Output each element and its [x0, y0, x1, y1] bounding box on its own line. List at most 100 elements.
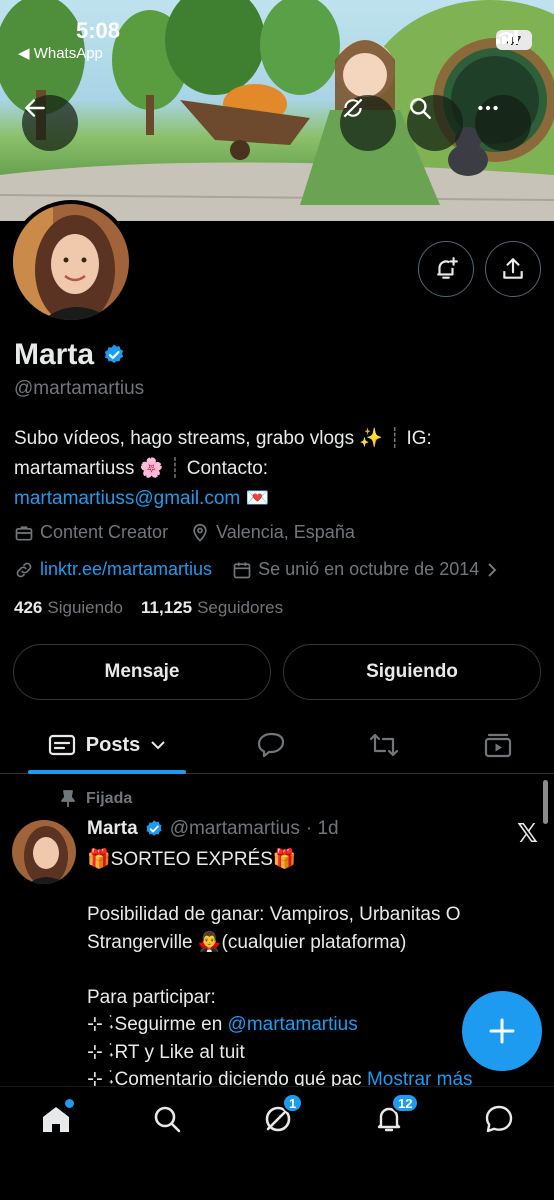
chat-bubble-icon — [485, 1105, 513, 1133]
repost-icon — [369, 733, 399, 757]
following-stat[interactable]: 426 Siguiendo — [14, 598, 123, 618]
verified-badge-icon[interactable] — [102, 343, 126, 367]
bio-text-3: Contacto: — [186, 458, 269, 479]
share-icon — [503, 258, 523, 279]
back-button[interactable] — [22, 95, 78, 151]
website-item[interactable]: linktr.ee/martamartius — [14, 559, 212, 580]
search-icon — [154, 1106, 181, 1133]
profile-bio: Subo vídeos, hago streams, grabo vlogs ✨… — [14, 424, 534, 514]
status-bar: 5:08 ◀ WhatsApp 47 — [0, 0, 554, 70]
post-header: Marta @martamartius · 1d — [87, 818, 339, 840]
post-line-2: Posibilidad de ganar: Vampiros, Urbanita… — [87, 904, 461, 953]
x-logo-icon: 𝕏 — [517, 818, 538, 848]
location-item: Valencia, España — [190, 522, 355, 543]
profile-handle: @martamartius — [14, 378, 145, 399]
messages-badge: 1 — [282, 1093, 304, 1113]
category-text: Content Creator — [40, 522, 169, 542]
pinned-label-row: Fijada — [60, 790, 132, 808]
status-time: 5:08 — [76, 18, 121, 43]
post-line-3: Para participar: — [87, 986, 216, 1008]
post-line-1: 🎁SORTEO EXPRÉS🎁 — [87, 849, 297, 870]
notifications-badge: 12 — [391, 1093, 420, 1113]
chevron-right-icon — [488, 562, 497, 577]
nav-search[interactable] — [139, 1101, 195, 1137]
back-to-app-link[interactable]: ◀ WhatsApp — [18, 44, 103, 62]
profile-banner[interactable]: 5:08 ◀ WhatsApp 47 — [0, 0, 554, 221]
more-button[interactable] — [475, 95, 531, 151]
message-button[interactable]: Mensaje — [13, 644, 271, 700]
arrow-left-icon — [25, 99, 45, 117]
chevron-down-icon — [151, 741, 165, 750]
sync-off-icon — [343, 98, 363, 118]
share-button[interactable] — [485, 241, 541, 297]
scrollbar[interactable] — [543, 780, 548, 824]
sync-button[interactable] — [340, 95, 396, 151]
bio-emoji: 💌 — [245, 488, 270, 509]
search-icon — [410, 98, 431, 119]
search-button[interactable] — [407, 95, 463, 151]
post-line-4: ⊹ ࣪˖Seguirme en @martamartius — [87, 1014, 358, 1035]
nav-notifications[interactable]: 12 — [361, 1093, 420, 1137]
wifi-icon — [498, 32, 514, 43]
tab-replies[interactable] — [243, 716, 299, 774]
active-tab-indicator — [28, 770, 186, 774]
video-media-icon — [484, 733, 512, 758]
bio-separator-2: ┊ — [169, 458, 181, 479]
pinned-label: Fijada — [86, 790, 133, 807]
bio-separator-1: ┊ — [389, 428, 401, 449]
tab-posts[interactable]: Posts — [28, 716, 186, 774]
followers-label: Seguidores — [197, 598, 284, 617]
post-text[interactable]: 🎁SORTEO EXPRÉS🎁 Posibilidad de ganar: Va… — [87, 846, 527, 1094]
tab-posts-label: Posts — [85, 733, 141, 756]
post-author-handle[interactable]: @martamartius — [170, 818, 300, 840]
avatar-photo — [13, 204, 129, 320]
briefcase-icon — [15, 525, 33, 540]
profile-name: Marta — [14, 338, 95, 371]
profile-avatar-frame[interactable] — [9, 200, 133, 324]
post-line-5: ⊹ ࣪˖RT y Like al tuit — [87, 1041, 245, 1063]
avatar[interactable] — [13, 204, 129, 320]
plus-icon — [489, 1018, 515, 1044]
bio-email-link[interactable]: martamartiuss@gmail.com — [14, 488, 240, 509]
nav-messages[interactable] — [471, 1101, 527, 1137]
joined-item[interactable]: Se unió en octubre de 2014 — [232, 559, 499, 580]
reply-bubble-icon — [257, 732, 285, 758]
link-icon — [16, 562, 32, 577]
bell-plus-icon — [437, 257, 458, 279]
follow-stats: 426 Siguiendo 11,125 Seguidores — [14, 598, 283, 618]
post-author-name[interactable]: Marta — [87, 818, 138, 840]
tab-media[interactable] — [470, 716, 526, 774]
more-horizontal-icon — [478, 105, 498, 111]
following-count: 426 — [14, 598, 43, 617]
compose-post-button[interactable] — [462, 991, 542, 1071]
notify-button[interactable] — [418, 241, 474, 297]
post-mention-link[interactable]: @martamartius — [228, 1014, 358, 1035]
following-label: Siguiendo — [47, 598, 123, 617]
profile-name-row: Marta — [14, 338, 126, 372]
nav-home[interactable] — [28, 1099, 84, 1137]
followers-stat[interactable]: 11,125 Seguidores — [141, 598, 283, 618]
home-new-dot — [65, 1099, 74, 1108]
posts-feed-icon — [48, 734, 75, 756]
verified-badge-icon — [146, 820, 162, 836]
post-avatar-photo — [12, 820, 76, 884]
tab-reposts[interactable] — [356, 716, 412, 774]
post-avatar[interactable] — [12, 820, 76, 884]
joined-text: Se unió en octubre de 2014 — [258, 559, 480, 579]
website-link[interactable]: linktr.ee/martamartius — [40, 559, 212, 580]
location-pin-icon — [193, 523, 207, 542]
pin-icon — [61, 790, 75, 807]
status-icons: 47 — [496, 30, 532, 50]
profile-tabs: Posts — [0, 716, 554, 774]
nav-grok[interactable]: 1 — [250, 1093, 306, 1137]
calendar-icon — [233, 562, 251, 578]
profile-meta-row-2: linktr.ee/martamartius Se unió en octubr… — [14, 559, 499, 580]
post-time: · 1d — [305, 818, 339, 839]
following-button[interactable]: Siguiendo — [283, 644, 541, 700]
location-text: Valencia, España — [216, 522, 355, 542]
post-line-4-prefix: ⊹ ࣪˖Seguirme en — [87, 1014, 228, 1035]
followers-count: 11,125 — [141, 598, 193, 617]
home-icon — [43, 1107, 69, 1132]
category-item: Content Creator — [14, 522, 168, 543]
bio-text-1: Subo vídeos, hago streams, grabo vlogs ✨ — [14, 428, 384, 449]
